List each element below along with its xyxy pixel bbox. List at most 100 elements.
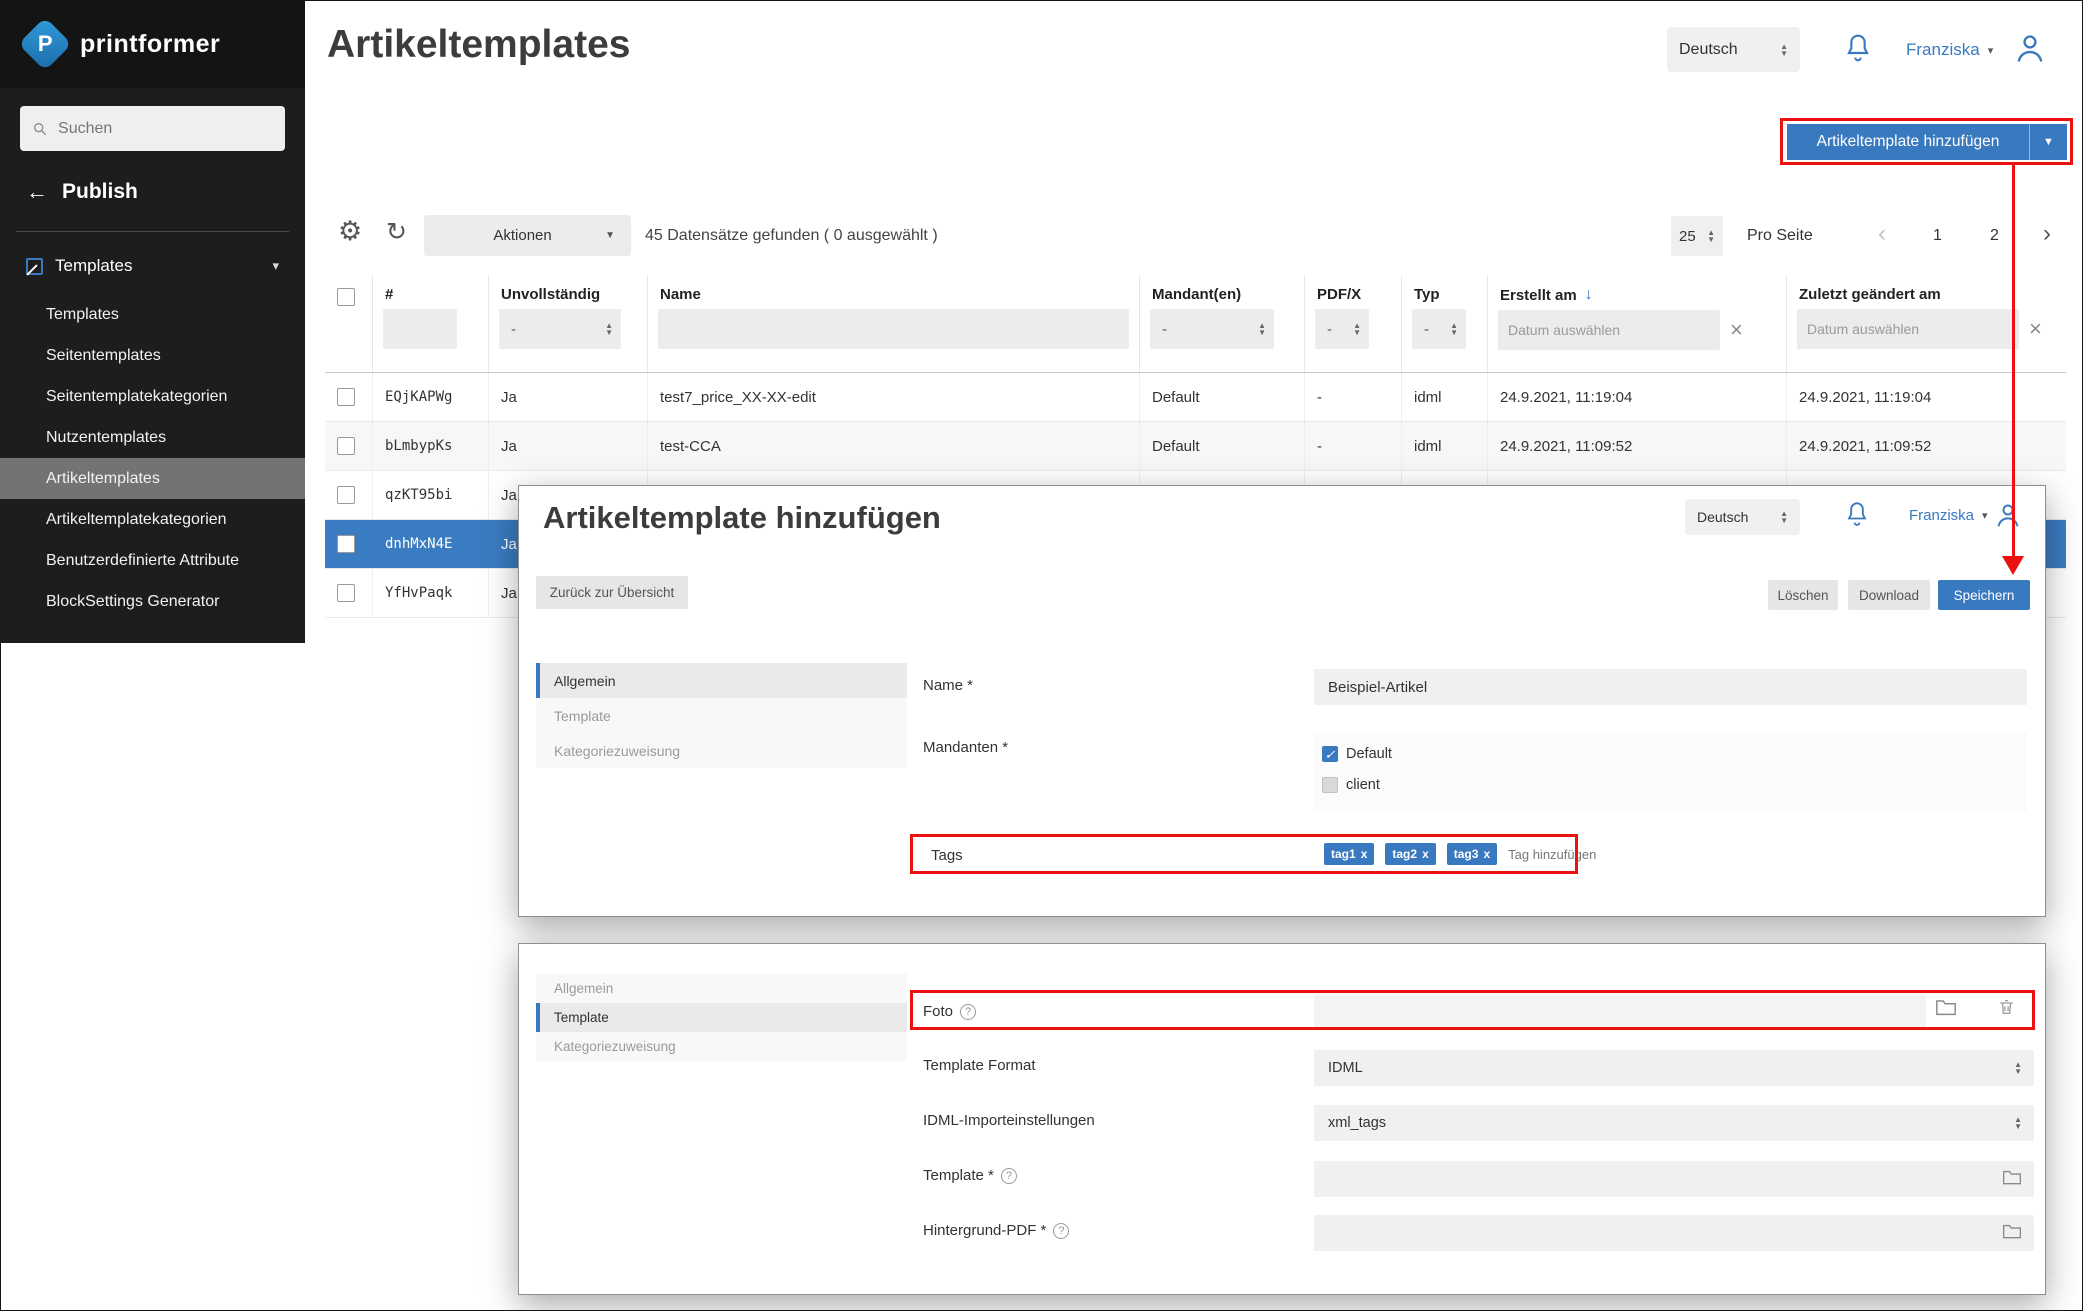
row-checkbox[interactable] bbox=[337, 437, 355, 455]
notifications-bell-icon[interactable] bbox=[1843, 499, 1871, 536]
clients-options: ✓ Default client bbox=[1314, 732, 2027, 812]
dialog-nav-template[interactable]: Template bbox=[536, 1003, 907, 1032]
filter-client-select[interactable]: -▲▼ bbox=[1150, 309, 1274, 349]
pagination-page-2[interactable]: 2 bbox=[1990, 227, 1999, 245]
per-page-label: Pro Seite bbox=[1747, 227, 1813, 245]
sidebar-item-benutzerdefinierte-attribute[interactable]: Benutzerdefinierte Attribute bbox=[0, 540, 305, 581]
refresh-icon[interactable]: ↻ bbox=[386, 217, 407, 247]
dialog-side-nav: Allgemein Template Kategoriezuweisung bbox=[536, 663, 907, 768]
column-header-modified: Zuletzt geändert am bbox=[1799, 286, 2066, 303]
tag-chip[interactable]: tag3x bbox=[1447, 843, 1497, 865]
filter-name-input[interactable] bbox=[658, 309, 1129, 349]
language-select[interactable]: Deutsch ▲▼ bbox=[1667, 27, 1800, 72]
pagination-prev-icon[interactable]: ‹ bbox=[1878, 220, 1886, 248]
settings-gear-icon[interactable]: ⚙ bbox=[338, 216, 362, 247]
column-header-created: Erstellt am↓ bbox=[1500, 286, 1786, 304]
filter-typ-select[interactable]: -▲▼ bbox=[1412, 309, 1466, 349]
folder-browse-icon[interactable] bbox=[2002, 1222, 2022, 1245]
clear-filter-icon[interactable]: × bbox=[2029, 318, 2042, 340]
back-to-overview-button[interactable]: Zurück zur Übersicht bbox=[536, 576, 688, 609]
tag-remove-icon[interactable]: x bbox=[1422, 847, 1429, 861]
column-header-pdfx: PDF/X bbox=[1317, 286, 1401, 303]
page-size-select[interactable]: 25 ▲▼ bbox=[1671, 216, 1723, 256]
user-avatar-icon[interactable] bbox=[1993, 498, 2023, 537]
sidebar-back-publish[interactable]: ← Publish bbox=[0, 169, 305, 215]
dialog-add-articletemplate: Artikeltemplate hinzufügen Deutsch ▲▼ Fr… bbox=[518, 485, 2046, 917]
filter-incomplete-select[interactable]: -▲▼ bbox=[499, 309, 621, 349]
photo-upload-field[interactable] bbox=[1314, 995, 1926, 1027]
tag-remove-icon[interactable]: x bbox=[1483, 847, 1490, 861]
select-stepper-icon: ▲▼ bbox=[2014, 1116, 2022, 1130]
filter-id-input[interactable] bbox=[383, 309, 457, 349]
help-question-icon[interactable]: ? bbox=[1053, 1223, 1069, 1239]
column-header-incomplete: Unvollständig bbox=[501, 286, 647, 303]
idml-import-select[interactable]: xml_tags ▲▼ bbox=[1314, 1105, 2034, 1141]
save-button[interactable]: Speichern bbox=[1938, 580, 2030, 610]
sidebar-item-blocksettings-generator[interactable]: BlockSettings Generator bbox=[0, 581, 305, 622]
edit-square-icon bbox=[26, 258, 43, 275]
download-button[interactable]: Download bbox=[1848, 580, 1930, 610]
row-checkbox[interactable] bbox=[337, 535, 355, 553]
sidebar-item-nutzentemplates[interactable]: Nutzentemplates bbox=[0, 417, 305, 458]
table-row[interactable]: bLmbypKs Ja test-CCA Default - idml 24.9… bbox=[325, 422, 2066, 471]
sort-descending-icon[interactable]: ↓ bbox=[1585, 286, 1593, 304]
user-avatar-icon[interactable] bbox=[2012, 29, 2048, 72]
back-arrow-icon: ← bbox=[26, 179, 48, 205]
template-format-select[interactable]: IDML ▲▼ bbox=[1314, 1050, 2034, 1086]
tag-chip[interactable]: tag2x bbox=[1385, 843, 1435, 865]
search-input[interactable] bbox=[58, 120, 273, 138]
sidebar-search[interactable] bbox=[20, 106, 285, 151]
filter-modified-date-input[interactable] bbox=[1797, 309, 2019, 349]
user-menu[interactable]: Franziska ▾ bbox=[1906, 40, 1993, 60]
client-option-client[interactable]: client bbox=[1322, 777, 1380, 793]
notifications-bell-icon[interactable] bbox=[1842, 31, 1874, 72]
sidebar-item-artikeltemplatekategorien[interactable]: Artikeltemplatekategorien bbox=[0, 499, 305, 540]
row-checkbox[interactable] bbox=[337, 388, 355, 406]
delete-button[interactable]: Löschen bbox=[1768, 580, 1838, 610]
sidebar-item-templates[interactable]: Templates bbox=[0, 294, 305, 335]
background-pdf-field[interactable] bbox=[1314, 1215, 2034, 1251]
tag-chip[interactable]: tag1x bbox=[1324, 843, 1374, 865]
name-input[interactable] bbox=[1314, 669, 2027, 705]
table-row[interactable]: EQjKAPWg Ja test7_price_XX-XX-edit Defau… bbox=[325, 373, 2066, 422]
help-question-icon[interactable]: ? bbox=[960, 1004, 976, 1020]
sidebar-item-seitentemplates[interactable]: Seitentemplates bbox=[0, 335, 305, 376]
folder-browse-icon[interactable] bbox=[2002, 1168, 2022, 1191]
dialog-nav-allgemein[interactable]: Allgemein bbox=[536, 974, 907, 1003]
clear-filter-icon[interactable]: × bbox=[1730, 319, 1743, 341]
tag-add-button[interactable]: Tag hinzufügen bbox=[1508, 847, 1596, 862]
sidebar-menu: Templates Seitentemplates Seitentemplate… bbox=[0, 294, 305, 622]
dialog-nav-kategoriezuweisung[interactable]: Kategoriezuweisung bbox=[536, 733, 907, 768]
dialog-nav-allgemein[interactable]: Allgemein bbox=[536, 663, 907, 698]
row-checkbox[interactable] bbox=[337, 486, 355, 504]
tag-remove-icon[interactable]: x bbox=[1361, 847, 1368, 861]
filter-created-date-input[interactable] bbox=[1498, 310, 1720, 350]
select-all-checkbox[interactable] bbox=[337, 288, 355, 306]
background-pdf-label: Hintergrund-PDF * ? bbox=[923, 1222, 1069, 1239]
folder-browse-icon[interactable] bbox=[1935, 997, 1957, 1022]
client-option-default[interactable]: ✓ Default bbox=[1322, 746, 1392, 762]
add-articletemplate-button[interactable]: Artikeltemplate hinzufügen ▼ bbox=[1787, 124, 2067, 160]
checkbox-unchecked[interactable] bbox=[1322, 777, 1338, 793]
pagination-page-1[interactable]: 1 bbox=[1933, 227, 1942, 245]
help-question-icon[interactable]: ? bbox=[1001, 1168, 1017, 1184]
filter-pdfx-select[interactable]: -▲▼ bbox=[1315, 309, 1369, 349]
checkbox-checked[interactable]: ✓ bbox=[1322, 746, 1338, 762]
chevron-down-icon: ▾ bbox=[272, 258, 279, 274]
language-select[interactable]: Deutsch ▲▼ bbox=[1685, 499, 1800, 535]
brand-name: printformer bbox=[80, 30, 220, 59]
dialog-nav-kategoriezuweisung[interactable]: Kategoriezuweisung bbox=[536, 1032, 907, 1061]
actions-dropdown[interactable]: Aktionen ▼ bbox=[424, 215, 631, 256]
tags-field[interactable]: tag1x tag2x tag3x Tag hinzufügen bbox=[1324, 843, 1596, 865]
sidebar: P printformer ← Publish Templates ▾ Temp… bbox=[0, 0, 305, 643]
column-header-client: Mandant(en) bbox=[1152, 286, 1304, 303]
sidebar-section-templates[interactable]: Templates ▾ bbox=[0, 248, 305, 284]
row-checkbox[interactable] bbox=[337, 584, 355, 602]
trash-icon[interactable] bbox=[1997, 996, 2016, 1023]
dialog-nav-template[interactable]: Template bbox=[536, 698, 907, 733]
template-file-field[interactable] bbox=[1314, 1161, 2034, 1197]
sidebar-item-artikeltemplates[interactable]: Artikeltemplates bbox=[0, 458, 305, 499]
pagination-next-icon[interactable]: › bbox=[2043, 220, 2051, 248]
user-menu[interactable]: Franziska ▾ bbox=[1909, 507, 1988, 524]
sidebar-item-seitentemplatekategorien[interactable]: Seitentemplatekategorien bbox=[0, 376, 305, 417]
